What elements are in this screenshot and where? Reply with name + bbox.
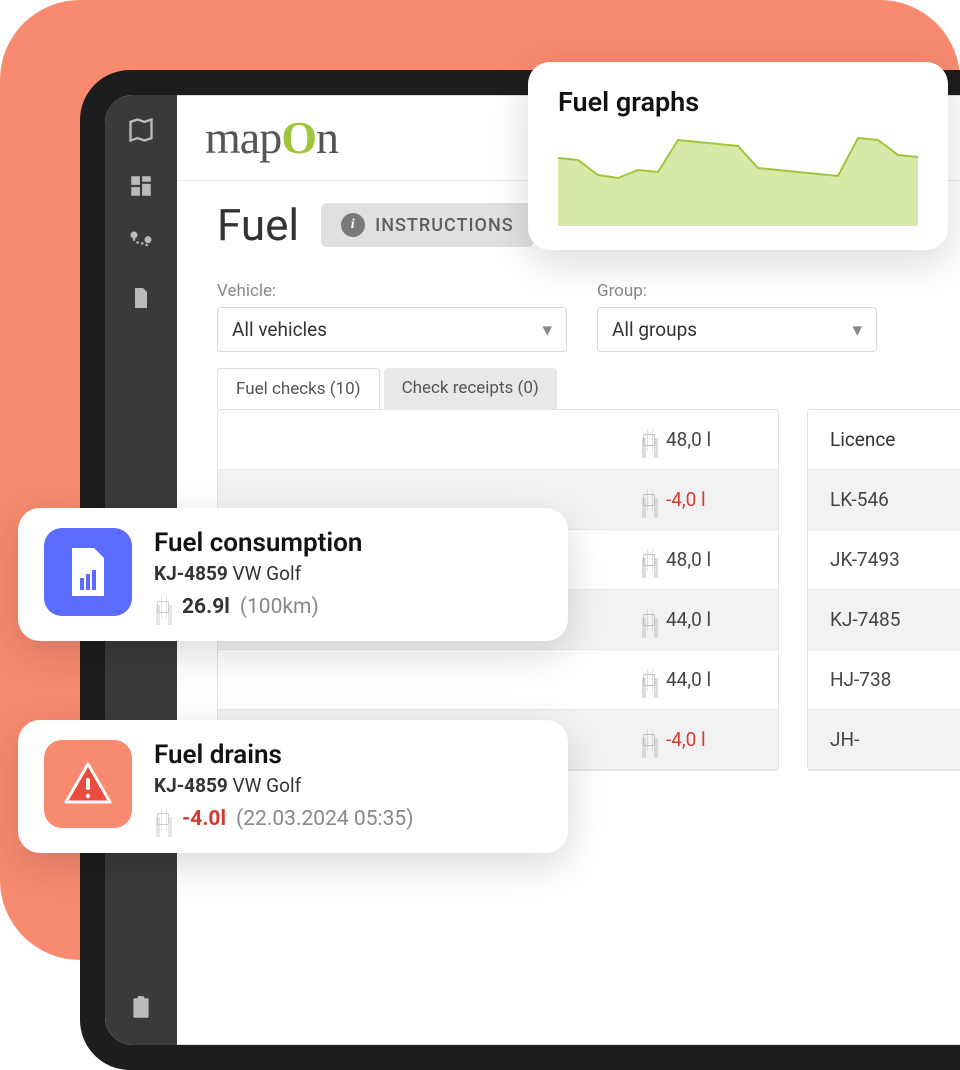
table-cell: JH-: [808, 710, 960, 770]
alert-triangle-icon: [44, 740, 132, 828]
fuel-drains-vehicle: KJ-4859 VW Golf: [154, 774, 414, 797]
table-cell: 44,0 l: [618, 650, 778, 710]
cpu-icon: [640, 431, 658, 449]
fuel-consumption-card: Fuel consumption KJ-4859 VW Golf 26.9l (…: [18, 508, 568, 641]
bar-chart-file-icon: [44, 528, 132, 616]
table-cell: [378, 410, 618, 470]
info-icon: i: [341, 213, 365, 237]
instructions-button[interactable]: i INSTRUCTIONS: [321, 203, 533, 247]
cpu-icon: [640, 491, 658, 509]
vehicle-select[interactable]: All vehicles: [217, 307, 567, 352]
tab-fuel-checks[interactable]: Fuel checks (10): [217, 368, 380, 409]
table-cell: KJ-7485: [808, 590, 960, 650]
logo: mapOn: [205, 111, 338, 164]
cpu-icon: [154, 598, 172, 616]
table-cell: [218, 650, 378, 710]
group-select[interactable]: All groups: [597, 307, 877, 352]
cpu-icon: [154, 810, 172, 828]
table-cell: 48,0 l: [618, 410, 778, 470]
licence-header: Licence: [808, 410, 960, 470]
fuel-consumption-title: Fuel consumption: [154, 528, 362, 558]
fuel-consumption-vehicle: KJ-4859 VW Golf: [154, 562, 362, 585]
table-cell: -4,0 l: [618, 710, 778, 770]
clipboard-icon[interactable]: [124, 991, 158, 1025]
fuel-drains-title: Fuel drains: [154, 740, 414, 770]
cpu-icon: [640, 731, 658, 749]
table-cell: -4,0 l: [618, 470, 778, 530]
vehicle-filter-label: Vehicle:: [217, 281, 567, 301]
table-cell: 44,0 l: [618, 590, 778, 650]
page-title: Fuel: [217, 199, 299, 251]
dashboard-icon[interactable]: [124, 169, 158, 203]
cpu-icon: [640, 551, 658, 569]
table-cell: [218, 410, 378, 470]
map-icon[interactable]: [124, 113, 158, 147]
licence-table: Licence LK-546 JK-7493 KJ-7485 HJ-738 JH…: [807, 409, 960, 771]
fuel-graphs-title: Fuel graphs: [558, 86, 918, 118]
document-icon[interactable]: [124, 281, 158, 315]
table-cell: HJ-738: [808, 650, 960, 710]
table-cell: [378, 650, 618, 710]
table-cell: 48,0 l: [618, 530, 778, 590]
fuel-sparkline: [558, 130, 918, 226]
table-cell: LK-546: [808, 470, 960, 530]
route-icon[interactable]: [124, 225, 158, 259]
cpu-icon: [640, 671, 658, 689]
table-cell: JK-7493: [808, 530, 960, 590]
fuel-drains-card: Fuel drains KJ-4859 VW Golf -4.0l (22.03…: [18, 720, 568, 853]
cpu-icon: [640, 611, 658, 629]
tab-check-receipts[interactable]: Check receipts (0): [384, 368, 557, 409]
fuel-graphs-card: Fuel graphs: [528, 62, 948, 250]
group-filter-label: Group:: [597, 281, 877, 301]
